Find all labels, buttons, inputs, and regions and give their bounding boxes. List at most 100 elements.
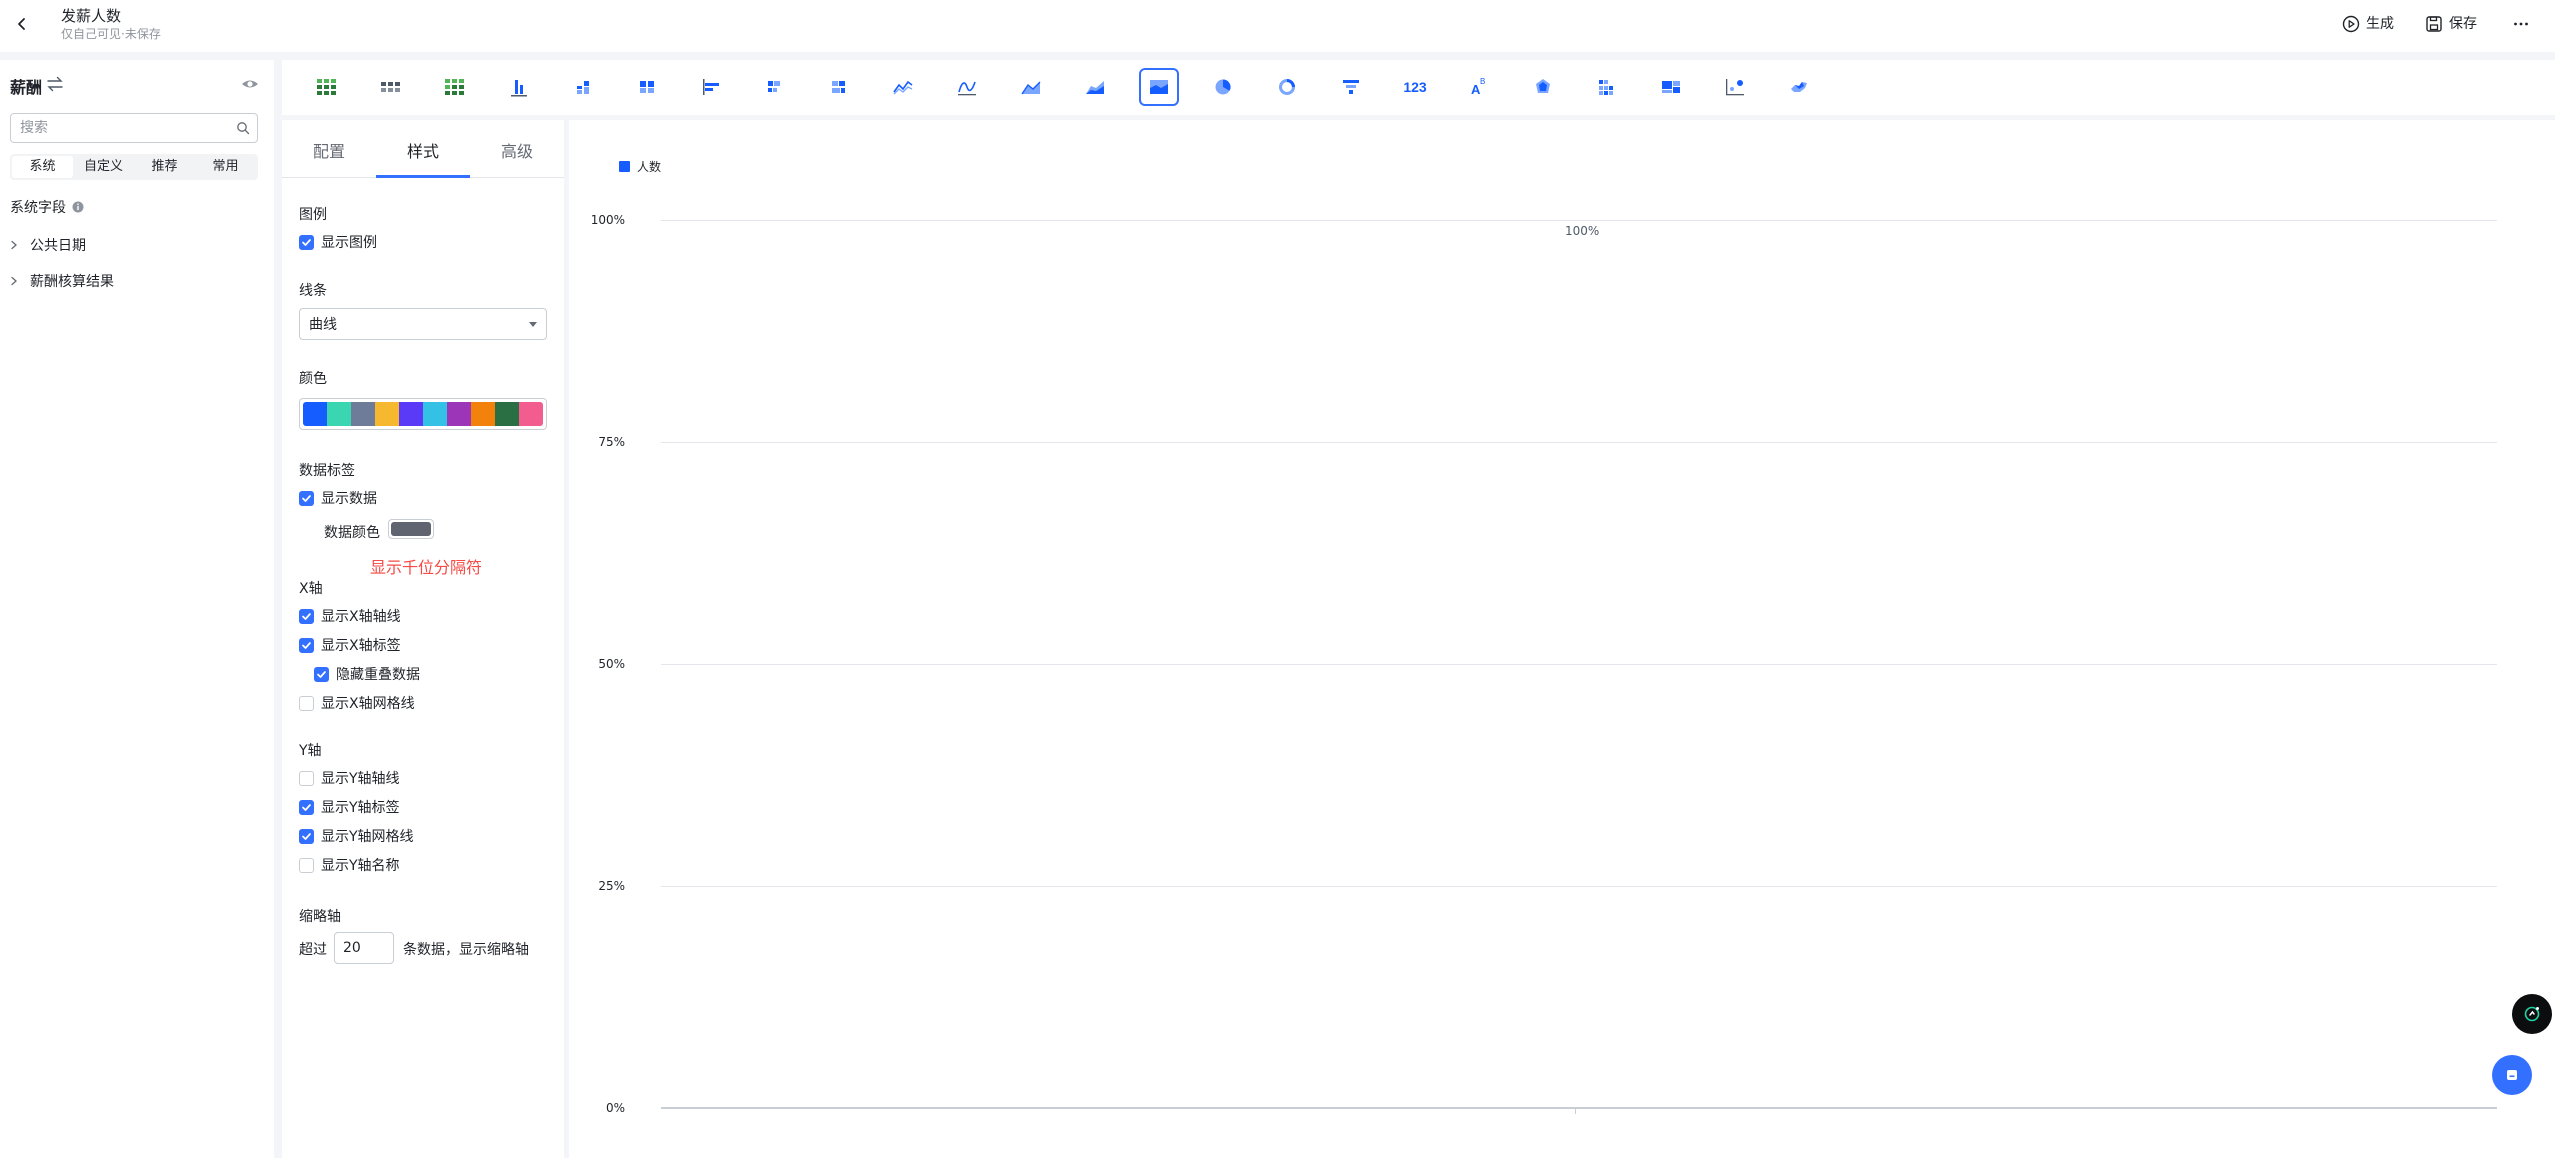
hide-overlap-option[interactable]: 隐藏重叠数据 xyxy=(314,664,420,684)
treemap-icon[interactable] xyxy=(1651,68,1691,106)
show-x-axis-label-option[interactable]: 显示X轴标签 xyxy=(299,635,401,655)
y-tick-label: 0% xyxy=(605,1101,625,1115)
show-y-grid-option[interactable]: 显示Y轴网格线 xyxy=(299,826,414,846)
show-legend-option[interactable]: 显示图例 xyxy=(299,232,377,252)
generate-button[interactable]: 生成 xyxy=(2342,12,2394,36)
chart-plot xyxy=(569,120,2555,1158)
save-label: 保存 xyxy=(2449,16,2477,32)
percent-bar-icon[interactable] xyxy=(819,68,859,106)
line-chart-icon[interactable] xyxy=(883,68,923,106)
y-grid-line xyxy=(661,664,2497,665)
data-color-picker[interactable] xyxy=(388,519,434,539)
tab-style[interactable]: 样式 xyxy=(376,138,470,162)
segment-custom[interactable]: 自定义 xyxy=(73,156,134,178)
x-axis-tick xyxy=(1575,1109,1576,1114)
play-circle-icon xyxy=(2342,15,2360,33)
show-y-axis-line-option[interactable]: 显示Y轴轴线 xyxy=(299,768,400,788)
donut-chart-icon[interactable] xyxy=(1267,68,1307,106)
tree-item-salary-result[interactable]: 薪酬核算结果 xyxy=(10,270,114,292)
smooth-line-icon[interactable] xyxy=(947,68,987,106)
help-button[interactable] xyxy=(2492,1055,2532,1095)
toggle-visibility-button[interactable] xyxy=(240,74,260,94)
x-axis-section-title: X轴 xyxy=(299,581,323,597)
pivot-table-icon[interactable] xyxy=(371,68,411,106)
word-cloud-icon[interactable]: AB xyxy=(1459,68,1499,106)
checkbox-checked-icon[interactable] xyxy=(299,490,314,506)
cross-table-icon[interactable] xyxy=(435,68,475,106)
column-chart-icon[interactable] xyxy=(499,68,539,106)
grouped-column-icon[interactable] xyxy=(627,68,667,106)
area-chart-icon[interactable] xyxy=(1011,68,1051,106)
pie-chart-icon[interactable] xyxy=(1203,68,1243,106)
funnel-chart-icon[interactable] xyxy=(1331,68,1371,106)
checkbox-unchecked-icon[interactable] xyxy=(299,857,314,873)
stacked-bar-icon[interactable] xyxy=(755,68,795,106)
checkbox-checked-icon[interactable] xyxy=(299,799,314,815)
switch-dataset-button[interactable] xyxy=(46,74,64,94)
chevron-left-icon xyxy=(18,18,25,30)
thumb-threshold-input[interactable] xyxy=(334,932,394,964)
scatter-chart-icon[interactable] xyxy=(1715,68,1755,106)
eye-icon xyxy=(242,80,258,88)
checkbox-checked-icon[interactable] xyxy=(314,666,329,682)
checkbox-checked-icon[interactable] xyxy=(299,828,314,844)
tree-item-public-date[interactable]: 公共日期 xyxy=(10,234,86,256)
radar-chart-icon[interactable] xyxy=(1523,68,1563,106)
show-data-option[interactable]: 显示数据 xyxy=(299,488,377,508)
ai-assistant-button[interactable] xyxy=(2512,994,2552,1034)
show-data-label: 显示数据 xyxy=(321,491,377,507)
show-x-axis-line-option[interactable]: 显示X轴轴线 xyxy=(299,606,401,626)
checkbox-unchecked-icon[interactable] xyxy=(299,770,314,786)
tab-config[interactable]: 配置 xyxy=(282,138,376,162)
legend-section-title: 图例 xyxy=(299,207,327,223)
checkbox-checked-icon[interactable] xyxy=(299,637,314,653)
swap-icon xyxy=(47,76,63,92)
show-x-grid-option[interactable]: 显示X轴网格线 xyxy=(299,693,415,713)
show-y-axis-name-option[interactable]: 显示Y轴名称 xyxy=(299,855,400,875)
thousands-separator-option[interactable]: 显示千位分隔符 xyxy=(370,554,482,578)
chart-legend[interactable]: 人数 xyxy=(619,158,661,175)
stacked-column-icon[interactable] xyxy=(563,68,603,106)
more-button[interactable] xyxy=(2512,12,2530,36)
number-card-icon[interactable]: 123 xyxy=(1395,68,1435,106)
bar-chart-icon[interactable] xyxy=(691,68,731,106)
palette-swatch xyxy=(375,402,399,426)
palette-swatch xyxy=(303,402,327,426)
tree-item-label: 薪酬核算结果 xyxy=(30,274,114,290)
segment-recommended[interactable]: 推荐 xyxy=(134,156,195,178)
stacked-area-icon[interactable] xyxy=(1075,68,1115,106)
show-x-grid-option-label: 显示X轴网格线 xyxy=(321,696,415,712)
info-icon[interactable] xyxy=(72,201,84,213)
save-icon xyxy=(2426,16,2442,32)
map-chart-icon[interactable] xyxy=(1779,68,1819,106)
field-search[interactable] xyxy=(10,113,258,143)
y-grid-line xyxy=(661,886,2497,887)
checkbox-checked-icon[interactable] xyxy=(299,234,314,250)
line-type-value: 曲线 xyxy=(309,317,337,333)
search-input[interactable] xyxy=(20,114,230,142)
percent-area-icon[interactable] xyxy=(1139,68,1179,106)
save-button[interactable]: 保存 xyxy=(2425,12,2477,36)
table-icon[interactable] xyxy=(307,68,347,106)
system-fields-label: 系统字段 xyxy=(10,200,66,216)
line-type-select[interactable]: 曲线 xyxy=(299,308,547,340)
tree-item-label: 公共日期 xyxy=(30,238,86,254)
page-subtitle: 仅自己可见·未保存 xyxy=(61,27,161,41)
show-y-axis-label-option[interactable]: 显示Y轴标签 xyxy=(299,797,400,817)
y-tick-label: 25% xyxy=(598,879,625,893)
back-button[interactable] xyxy=(10,12,34,36)
checkbox-checked-icon[interactable] xyxy=(299,608,314,624)
palette-swatch xyxy=(471,402,495,426)
active-tab-indicator xyxy=(376,175,470,178)
more-icon xyxy=(2514,22,2528,26)
config-tabs: 配置 样式 高级 xyxy=(282,120,564,178)
segment-frequent[interactable]: 常用 xyxy=(195,156,256,178)
segment-system[interactable]: 系统 xyxy=(12,156,73,178)
legend-item-label: 人数 xyxy=(637,160,662,174)
color-palette-select[interactable] xyxy=(299,398,547,430)
chart-canvas: 人数 100% 75% 50% 25% 0% 100% xyxy=(569,120,2555,1158)
heatmap-icon[interactable] xyxy=(1587,68,1627,106)
checkbox-unchecked-icon[interactable] xyxy=(299,695,314,711)
tab-advanced[interactable]: 高级 xyxy=(470,138,564,162)
data-label-section-title: 数据标签 xyxy=(299,463,355,479)
